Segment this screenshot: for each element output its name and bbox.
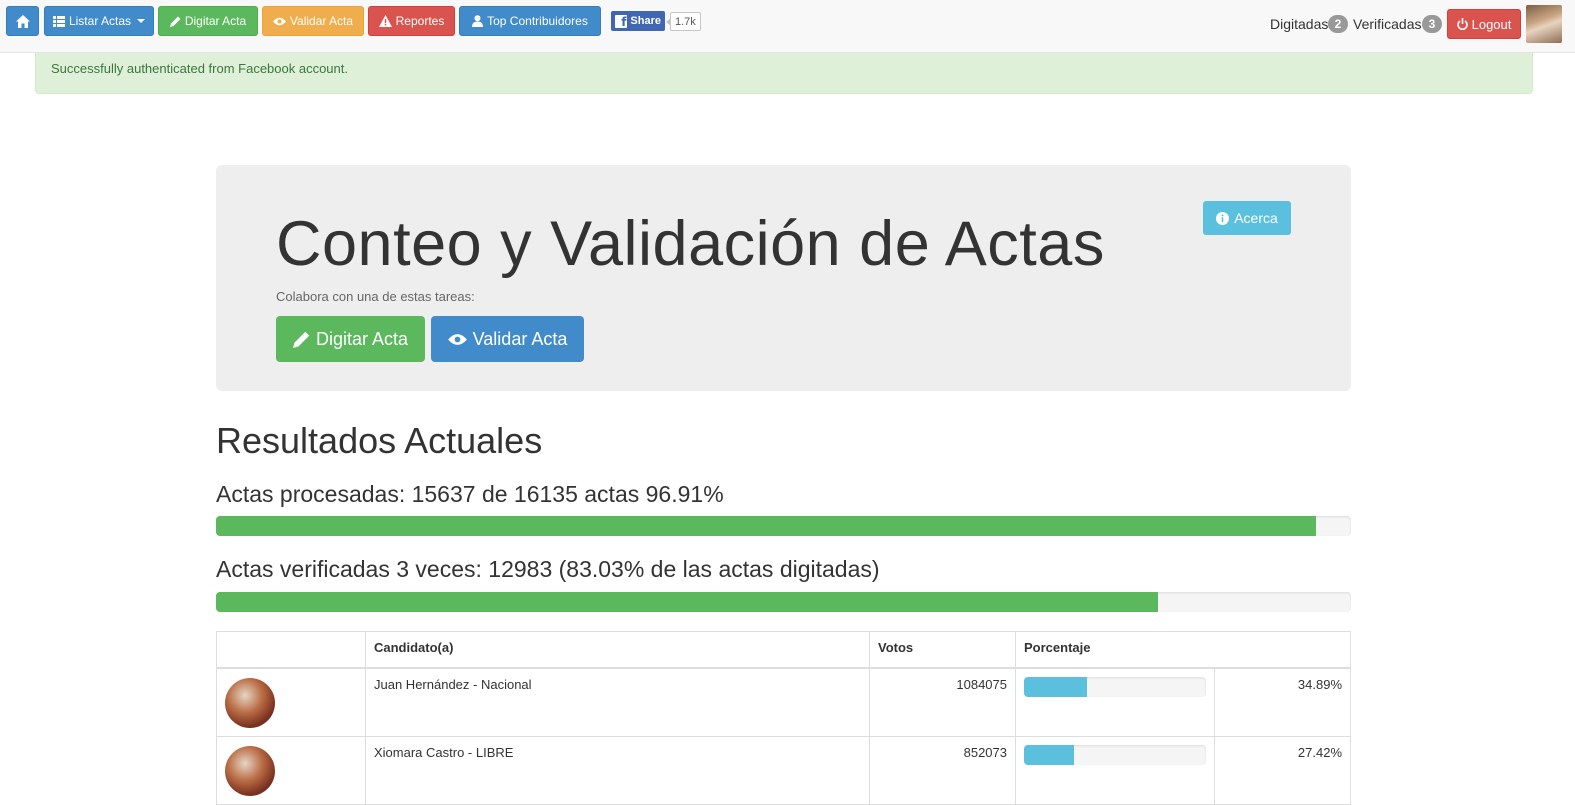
candidate-bar-cell	[1015, 667, 1215, 737]
results-title: Resultados Actuales	[216, 420, 543, 461]
user-icon	[472, 15, 484, 27]
top-contribuidores-label: Top Contribuidores	[487, 14, 588, 28]
acerca-label: Acerca	[1234, 210, 1278, 226]
pencil-icon	[292, 331, 310, 348]
facebook-icon: f	[615, 14, 628, 28]
logout-label: Logout	[1471, 16, 1512, 32]
processed-progress	[216, 516, 1351, 536]
candidate-bar-cell	[1015, 735, 1215, 805]
processed-progress-bar	[216, 516, 1316, 536]
candidate-progress	[1024, 676, 1206, 697]
listar-actas-dropdown[interactable]: Listar Actas	[44, 6, 154, 36]
candidate-photo-cell	[216, 667, 366, 737]
verificadas-label: Verificadas	[1353, 16, 1422, 32]
logout-button[interactable]: Logout	[1447, 9, 1521, 39]
chevron-down-icon	[137, 19, 145, 23]
page-title: Conteo y Validación de Actas	[276, 209, 1105, 279]
candidate-votes: 1084075	[869, 667, 1016, 737]
home-icon	[15, 14, 30, 28]
digitar-acta-label: Digitar Acta	[315, 328, 409, 349]
jumbotron-subtitle: Colabora con una de estas tareas:	[276, 289, 475, 304]
info-icon	[1216, 211, 1230, 225]
table-row: Xiomara Castro - LIBRE 852073 27.42%	[216, 735, 1351, 805]
candidate-photo	[225, 745, 275, 796]
verified-progress	[216, 592, 1351, 612]
validar-acta-nav-label: Validar Acta	[289, 14, 354, 28]
top-contribuidores-button[interactable]: Top Contribuidores	[459, 6, 601, 36]
avatar[interactable]	[1526, 5, 1562, 43]
power-icon	[1456, 18, 1468, 30]
candidate-percent: 34.89%	[1214, 667, 1351, 737]
success-alert: Successfully authenticated from Facebook…	[35, 53, 1533, 94]
header-percent: Porcentaje	[1015, 631, 1351, 669]
listar-actas-label: Listar Actas	[68, 14, 131, 28]
processed-heading: Actas procesadas: 15637 de 16135 actas 9…	[216, 481, 724, 507]
validar-acta-nav-button[interactable]: Validar Acta	[262, 6, 364, 36]
reportes-button[interactable]: Reportes	[368, 6, 455, 36]
validar-acta-button[interactable]: Validar Acta	[431, 316, 584, 362]
facebook-share-button[interactable]: f Share	[611, 11, 665, 31]
eye-icon	[447, 333, 467, 345]
table-header-row: Candidato(a) Votos Porcentaje	[216, 631, 1351, 669]
results-table: Candidato(a) Votos Porcentaje Juan Herná…	[216, 631, 1351, 805]
share-label: Share	[630, 15, 661, 27]
digitar-acta-button[interactable]: Digitar Acta	[276, 316, 425, 362]
acerca-button[interactable]: Acerca	[1203, 201, 1291, 235]
candidate-progress	[1024, 744, 1206, 765]
candidate-progress-bar	[1024, 676, 1088, 697]
home-button[interactable]	[6, 6, 39, 36]
header-votes: Votos	[869, 631, 1016, 669]
reportes-label: Reportes	[395, 14, 445, 28]
pencil-icon	[169, 16, 181, 27]
candidate-name[interactable]: Juan Hernández - Nacional	[365, 667, 870, 737]
validar-acta-label: Validar Acta	[472, 328, 568, 349]
share-count: 1.7k	[666, 12, 701, 31]
digitar-acta-nav-label: Digitar Acta	[184, 14, 247, 28]
jumbotron: Conteo y Validación de Actas Colabora co…	[216, 165, 1351, 391]
candidate-progress-bar	[1024, 744, 1074, 765]
warning-icon	[378, 15, 392, 27]
table-row: Juan Hernández - Nacional 1084075 34.89%	[216, 667, 1351, 737]
alert-text: Successfully authenticated from Facebook…	[51, 61, 348, 76]
eye-icon	[272, 17, 286, 25]
candidate-percent: 27.42%	[1214, 735, 1351, 805]
digitar-acta-nav-button[interactable]: Digitar Acta	[158, 6, 258, 36]
verificadas-badge: 3	[1422, 15, 1442, 33]
verified-heading: Actas verificadas 3 veces: 12983 (83.03%…	[216, 556, 880, 582]
header-candidate: Candidato(a)	[365, 631, 870, 669]
digitadas-badge: 2	[1328, 15, 1348, 33]
candidate-photo-cell	[216, 735, 366, 805]
list-icon	[53, 15, 65, 27]
digitadas-label: Digitadas	[1270, 16, 1329, 32]
candidate-votes: 852073	[869, 735, 1016, 805]
header-photo	[216, 631, 366, 669]
verified-progress-bar	[216, 592, 1159, 612]
candidate-photo	[225, 677, 275, 728]
top-navbar: Listar Actas Digitar Acta Validar Acta R…	[0, 0, 1575, 53]
candidate-name[interactable]: Xiomara Castro - LIBRE	[365, 735, 870, 805]
